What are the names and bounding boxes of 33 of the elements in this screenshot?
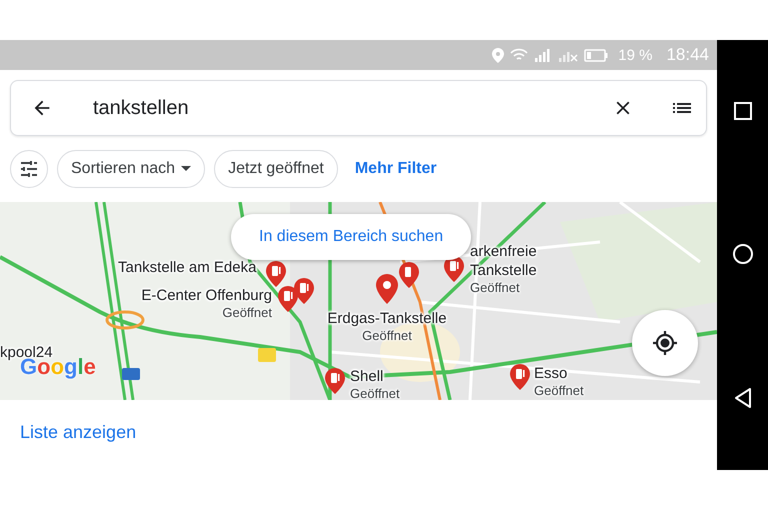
recents-icon[interactable] <box>732 101 752 121</box>
fuel-pin-icon[interactable] <box>266 261 286 287</box>
show-list-link[interactable]: Liste anzeigen <box>20 422 136 443</box>
battery-icon <box>584 48 608 62</box>
search-field[interactable]: tankstellen <box>10 80 707 136</box>
battery-percentage: 19 % <box>618 46 652 64</box>
location-icon <box>492 48 504 62</box>
fuel-pin-icon[interactable] <box>325 368 345 394</box>
map-pin-icon[interactable] <box>376 274 398 304</box>
wifi-icon <box>510 48 528 62</box>
fuel-pin-icon[interactable] <box>294 278 314 304</box>
place-name[interactable]: Esso <box>534 364 584 383</box>
place-name[interactable]: E-Center Offenburg <box>130 286 272 305</box>
caret-icon <box>181 166 192 172</box>
search-query: tankstellen <box>93 96 190 120</box>
sort-dropdown[interactable]: Sortieren nach <box>57 150 206 188</box>
opening-status: Geöffnet <box>470 280 521 296</box>
filter-settings-icon[interactable] <box>10 150 48 188</box>
fuel-pin-icon[interactable] <box>399 262 419 288</box>
filter-chip[interactable]: Jetzt geöffnet <box>214 150 338 188</box>
fuel-pin-icon[interactable] <box>278 286 298 312</box>
opening-status: Geöffnet <box>221 305 272 321</box>
signal-icon <box>534 48 552 62</box>
search-this-area-button[interactable]: In diesem Bereich suchen <box>231 214 472 260</box>
clock: 18:44 <box>666 45 709 65</box>
more-filters-link[interactable]: Mehr Filter <box>346 160 445 178</box>
home-icon[interactable] <box>732 243 754 265</box>
back-icon[interactable] <box>732 387 752 409</box>
opening-status: Geöffnet <box>350 386 400 400</box>
fuel-pin-icon[interactable] <box>510 364 530 390</box>
opening-status: Geöffnet <box>361 328 413 344</box>
crosshair-icon <box>651 329 679 357</box>
opening-status: Geöffnet <box>534 383 584 399</box>
